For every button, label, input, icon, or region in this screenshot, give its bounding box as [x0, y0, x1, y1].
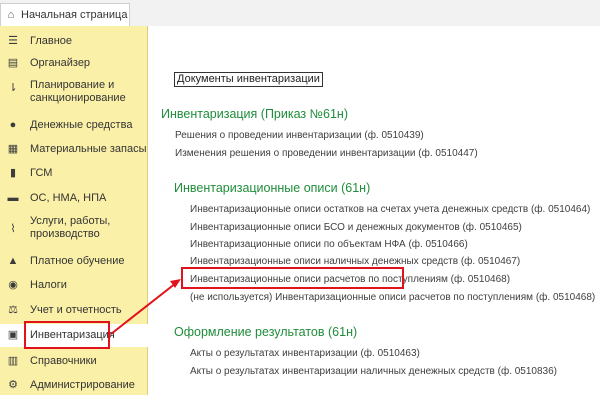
organizer-icon: ▤: [7, 56, 19, 69]
link-item[interactable]: Изменения решения о проведении инвентари…: [175, 148, 478, 159]
fuel-icon: ▮: [9, 166, 17, 179]
link-item[interactable]: (не используется) Инвентаризационные опи…: [190, 292, 595, 303]
page-title: Документы инвентаризации: [174, 72, 323, 87]
planning-icon: ⇂: [8, 81, 18, 94]
tab-home[interactable]: ⌂ Начальная страница: [0, 3, 130, 26]
truck-icon: ▬: [7, 191, 19, 204]
sidebar-item-admin[interactable]: ⚙ Администрирование: [0, 374, 148, 396]
sidebar-item-taxes[interactable]: ◉ Налоги: [0, 274, 148, 296]
sidebar-item-cash[interactable]: ● Денежные средства: [0, 114, 148, 136]
top-bar: ⌂ Начальная страница: [0, 0, 600, 26]
link-item[interactable]: Акты о результатах инвентаризации наличн…: [190, 366, 557, 377]
tools-icon: ⌇: [10, 222, 16, 235]
scales-icon: ⚖: [8, 303, 18, 316]
graduation-icon: ▲: [7, 254, 19, 267]
coin-icon: ●: [9, 118, 17, 131]
section-heading-inventory-lists: Инвентаризационные описи (61н): [174, 181, 371, 195]
stock-icon: ▦: [7, 142, 19, 155]
link-item[interactable]: Инвентаризационные описи БСО и денежных …: [190, 222, 522, 233]
home-icon: ⌂: [7, 9, 15, 21]
sidebar-item-references[interactable]: ▥ Справочники: [0, 350, 148, 372]
link-item[interactable]: Решения о проведении инвентаризации (ф. …: [175, 130, 424, 141]
sidebar-highlight-frame: [24, 321, 110, 349]
sidebar-item-organizer[interactable]: ▤ Органайзер: [0, 52, 148, 74]
sidebar-item-fuel[interactable]: ▮ ГСМ: [0, 162, 148, 184]
sidebar-item-education[interactable]: ▲ Платное обучение: [0, 250, 148, 272]
section-heading-inventory: Инвентаризация (Приказ №61н): [161, 107, 348, 121]
tab-home-label: Начальная страница: [21, 9, 128, 21]
sidebar-item-main[interactable]: ☰ Главное: [0, 30, 148, 52]
link-item[interactable]: Инвентаризационные описи наличных денежн…: [190, 256, 520, 267]
sidebar-item-planning[interactable]: ⇂ Планирование и санкционирование: [0, 78, 148, 106]
gear-icon: ⚙: [8, 378, 18, 391]
sidebar-item-materials[interactable]: ▦ Материальные запасы: [0, 138, 148, 160]
inventory-icon: ▣: [7, 329, 19, 341]
link-item[interactable]: Акты о результатах инвентаризации (ф. 05…: [190, 348, 420, 359]
sidebar-item-services[interactable]: ⌇ Услуги, работы, производство: [0, 214, 148, 242]
link-highlight-frame: [181, 267, 404, 289]
books-icon: ▥: [7, 354, 19, 367]
sidebar-item-accounting[interactable]: ⚖ Учет и отчетность: [0, 299, 148, 321]
link-item[interactable]: Инвентаризационные описи остатков на сче…: [190, 204, 590, 215]
main-panel: Документы инвентаризации Инвентаризация …: [149, 26, 600, 395]
menu-icon: ☰: [8, 34, 18, 47]
link-item[interactable]: Инвентаризационные описи по объектам НФА…: [190, 239, 468, 250]
taxes-icon: ◉: [8, 278, 18, 291]
sidebar-item-assets[interactable]: ▬ ОС, НМА, НПА: [0, 187, 148, 209]
section-heading-results: Оформление результатов (61н): [174, 325, 358, 339]
